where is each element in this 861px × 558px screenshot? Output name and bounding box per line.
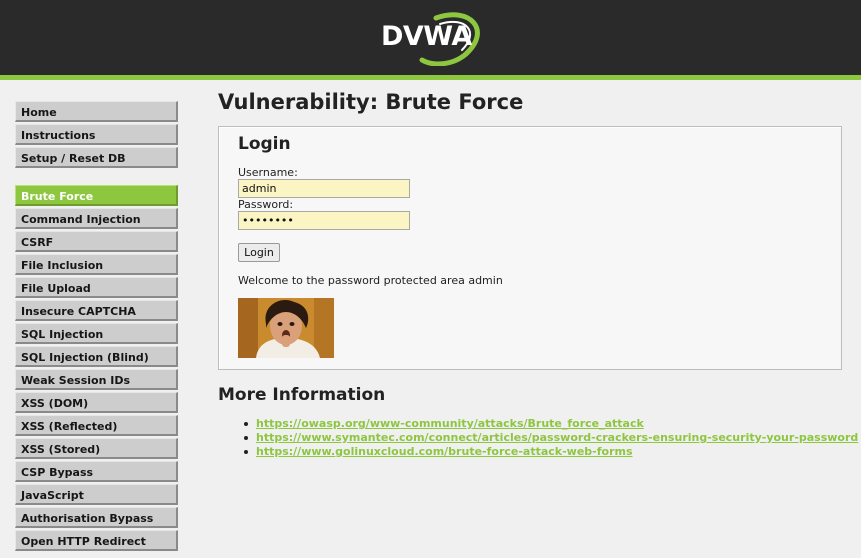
bullet-icon <box>244 450 248 454</box>
reference-link[interactable]: https://www.golinuxcloud.com/brute-force… <box>256 445 633 458</box>
sidebar-item-open-http-redirect[interactable]: Open HTTP Redirect <box>15 530 178 551</box>
sidebar-item-brute-force[interactable]: Brute Force <box>15 185 178 206</box>
reference-link[interactable]: https://owasp.org/www-community/attacks/… <box>256 417 644 430</box>
sidebar-item-javascript[interactable]: JavaScript <box>15 484 178 505</box>
user-photo <box>238 298 334 358</box>
list-item: https://owasp.org/www-community/attacks/… <box>242 417 858 431</box>
bullet-icon <box>244 422 248 426</box>
page-title: Vulnerability: Brute Force <box>218 90 524 114</box>
password-input[interactable] <box>238 211 410 230</box>
sidebar-item-insecure-captcha[interactable]: Insecure CAPTCHA <box>15 300 178 321</box>
dvwa-logo[interactable]: DVWA <box>378 10 488 66</box>
sidebar-item-sql-injection-blind[interactable]: SQL Injection (Blind) <box>15 346 178 367</box>
more-information-heading: More Information <box>218 385 386 405</box>
sidebar-item-instructions[interactable]: Instructions <box>15 124 178 145</box>
sidebar-item-xss-stored[interactable]: XSS (Stored) <box>15 438 178 459</box>
password-label: Password: <box>238 198 294 211</box>
more-information-links: https://owasp.org/www-community/attacks/… <box>242 417 858 459</box>
sidebar-item-home[interactable]: Home <box>15 101 178 122</box>
sidebar-item-sql-injection[interactable]: SQL Injection <box>15 323 178 344</box>
login-panel: Login Username: Password: Login Welcome … <box>218 126 842 370</box>
sidebar-item-xss-dom[interactable]: XSS (DOM) <box>15 392 178 413</box>
sidebar-separator <box>15 170 179 185</box>
sidebar-item-weak-session-ids[interactable]: Weak Session IDs <box>15 369 178 390</box>
sidebar-item-setup-reset-db[interactable]: Setup / Reset DB <box>15 147 178 168</box>
sidebar-item-command-injection[interactable]: Command Injection <box>15 208 178 229</box>
list-item: https://www.golinuxcloud.com/brute-force… <box>242 445 858 459</box>
sidebar-menu: Home Instructions Setup / Reset DB Brute Fo… <box>15 101 179 553</box>
reference-link[interactable]: https://www.symantec.com/connect/article… <box>256 431 858 444</box>
sidebar-item-csrf[interactable]: CSRF <box>15 231 178 252</box>
login-heading: Login <box>238 134 291 154</box>
username-input[interactable] <box>238 179 410 198</box>
sidebar-item-file-upload[interactable]: File Upload <box>15 277 178 298</box>
logo-text: DVWA <box>381 21 472 52</box>
login-button[interactable]: Login <box>238 243 280 262</box>
sidebar-item-csp-bypass[interactable]: CSP Bypass <box>15 461 178 482</box>
sidebar-item-xss-reflected[interactable]: XSS (Reflected) <box>15 415 178 436</box>
header: DVWA <box>0 0 861 80</box>
welcome-message: Welcome to the password protected area a… <box>238 274 503 287</box>
bullet-icon <box>244 436 248 440</box>
sidebar-item-authorisation-bypass[interactable]: Authorisation Bypass <box>15 507 178 528</box>
username-label: Username: <box>238 166 298 179</box>
sidebar-item-file-inclusion[interactable]: File Inclusion <box>15 254 178 275</box>
list-item: https://www.symantec.com/connect/article… <box>242 431 858 445</box>
